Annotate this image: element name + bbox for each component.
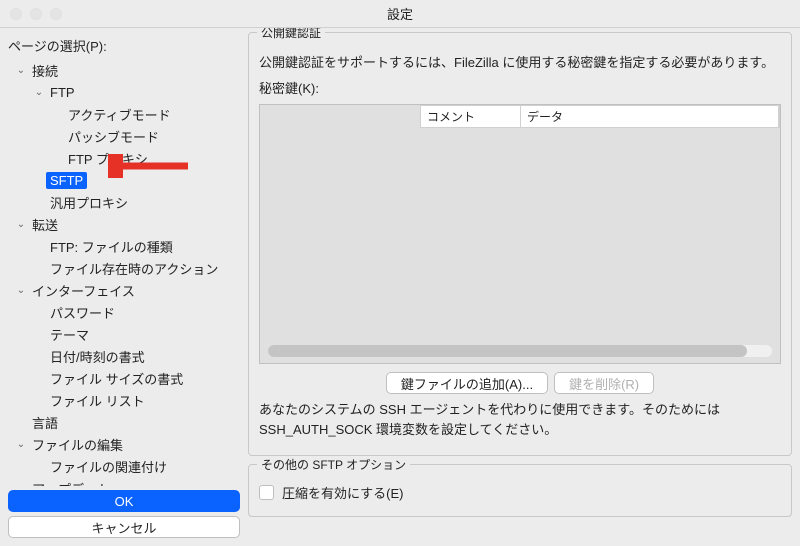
- tree-item-label: 言語: [28, 412, 62, 433]
- tree-item-11[interactable]: パスワード: [8, 301, 240, 323]
- minimize-icon[interactable]: [30, 8, 42, 20]
- tree-item-label: テーマ: [46, 324, 93, 345]
- tree-item-4[interactable]: FTP プロキシ: [8, 147, 240, 169]
- tree-item-label: FTP: ファイルの種類: [46, 236, 177, 257]
- tree-item-18[interactable]: ファイルの関連付け: [8, 455, 240, 477]
- group-title-other-sftp: その他の SFTP オプション: [257, 456, 410, 473]
- tree-item-16[interactable]: 言語: [8, 411, 240, 433]
- main-panel: 公開鍵認証 公開鍵認証をサポートするには、FileZilla に使用する秘密鍵を…: [248, 28, 800, 546]
- window-title: 設定: [387, 4, 413, 23]
- close-icon[interactable]: [10, 8, 22, 20]
- tree-item-3[interactable]: パッシブモード: [8, 125, 240, 147]
- tree-item-label: インターフェイス: [28, 280, 139, 301]
- tree-item-label: 接続: [28, 60, 62, 81]
- tree-item-8[interactable]: FTP: ファイルの種類: [8, 235, 240, 257]
- tree-item-label: ファイル リスト: [46, 390, 149, 411]
- tree-item-7[interactable]: ⌄転送: [8, 213, 240, 235]
- tree-item-13[interactable]: 日付/時刻の書式: [8, 345, 240, 367]
- tree-item-label: FTP プロキシ: [64, 148, 152, 169]
- tree-item-label: FTP: [46, 84, 79, 101]
- zoom-icon[interactable]: [50, 8, 62, 20]
- tree-item-label: アクティブモード: [64, 104, 175, 125]
- compression-checkbox-row[interactable]: 圧縮を有効にする(E): [259, 483, 781, 502]
- tree-item-14[interactable]: ファイル サイズの書式: [8, 367, 240, 389]
- cancel-button[interactable]: キャンセル: [8, 516, 240, 538]
- page-select-label: ページの選択(P):: [8, 36, 240, 55]
- tree-item-label: 転送: [28, 214, 62, 235]
- private-keys-table[interactable]: コメント データ: [259, 104, 781, 364]
- chevron-down-icon[interactable]: ⌄: [32, 87, 46, 98]
- tree-item-5[interactable]: SFTP: [8, 169, 240, 191]
- sidebar: ページの選択(P): ⌄接続⌄FTPアクティブモードパッシブモードFTP プロキ…: [0, 28, 248, 546]
- table-header[interactable]: コメント データ: [420, 105, 780, 128]
- tree-item-label: アップデート: [28, 478, 114, 487]
- tree-item-1[interactable]: ⌄FTP: [8, 81, 240, 103]
- remove-key-button: 鍵を削除(R): [554, 372, 654, 394]
- intro-text: 公開鍵認証をサポートするには、FileZilla に使用する秘密鍵を指定する必要…: [259, 53, 781, 73]
- column-header-data[interactable]: データ: [521, 106, 779, 127]
- chevron-down-icon[interactable]: ⌄: [14, 65, 28, 76]
- tree-item-label: パスワード: [46, 302, 119, 323]
- tree-item-label: ファイル サイズの書式: [46, 368, 187, 389]
- ssh-agent-text: あなたのシステムの SSH エージェントを代わりに使用できます。そのためには S…: [259, 400, 781, 439]
- titlebar: 設定: [0, 0, 800, 28]
- tree-item-label: ファイル存在時のアクション: [46, 258, 222, 279]
- chevron-down-icon[interactable]: ⌄: [14, 219, 28, 230]
- column-header-comment[interactable]: コメント: [421, 106, 521, 127]
- tree-item-2[interactable]: アクティブモード: [8, 103, 240, 125]
- tree-item-label: ファイルの関連付け: [46, 456, 171, 477]
- group-title-public-key: 公開鍵認証: [257, 28, 325, 41]
- tree-item-17[interactable]: ⌄ファイルの編集: [8, 433, 240, 455]
- chevron-down-icon[interactable]: ⌄: [14, 285, 28, 296]
- group-public-key-auth: 公開鍵認証 公開鍵認証をサポートするには、FileZilla に使用する秘密鍵を…: [248, 32, 792, 456]
- tree-item-label: 汎用プロキシ: [46, 192, 132, 213]
- page-tree[interactable]: ⌄接続⌄FTPアクティブモードパッシブモードFTP プロキシSFTP汎用プロキシ…: [8, 59, 240, 486]
- tree-item-19[interactable]: アップデート: [8, 477, 240, 486]
- tree-item-label: 日付/時刻の書式: [46, 346, 149, 367]
- keys-label: 秘密鍵(K):: [259, 79, 781, 99]
- tree-item-9[interactable]: ファイル存在時のアクション: [8, 257, 240, 279]
- tree-item-label: ファイルの編集: [28, 434, 127, 455]
- compression-checkbox[interactable]: [259, 485, 274, 500]
- ok-button[interactable]: OK: [8, 490, 240, 512]
- tree-item-10[interactable]: ⌄インターフェイス: [8, 279, 240, 301]
- table-body[interactable]: [260, 128, 780, 339]
- tree-item-12[interactable]: テーマ: [8, 323, 240, 345]
- tree-item-0[interactable]: ⌄接続: [8, 59, 240, 81]
- tree-item-15[interactable]: ファイル リスト: [8, 389, 240, 411]
- group-other-sftp-options: その他の SFTP オプション 圧縮を有効にする(E): [248, 464, 792, 517]
- tree-item-label: SFTP: [46, 172, 87, 189]
- tree-item-label: パッシブモード: [64, 126, 163, 147]
- window-controls: [10, 8, 62, 20]
- compression-label: 圧縮を有効にする(E): [282, 483, 403, 502]
- add-key-file-button[interactable]: 鍵ファイルの追加(A)...: [386, 372, 548, 394]
- horizontal-scrollbar[interactable]: [268, 345, 772, 357]
- chevron-down-icon[interactable]: ⌄: [14, 439, 28, 450]
- tree-item-6[interactable]: 汎用プロキシ: [8, 191, 240, 213]
